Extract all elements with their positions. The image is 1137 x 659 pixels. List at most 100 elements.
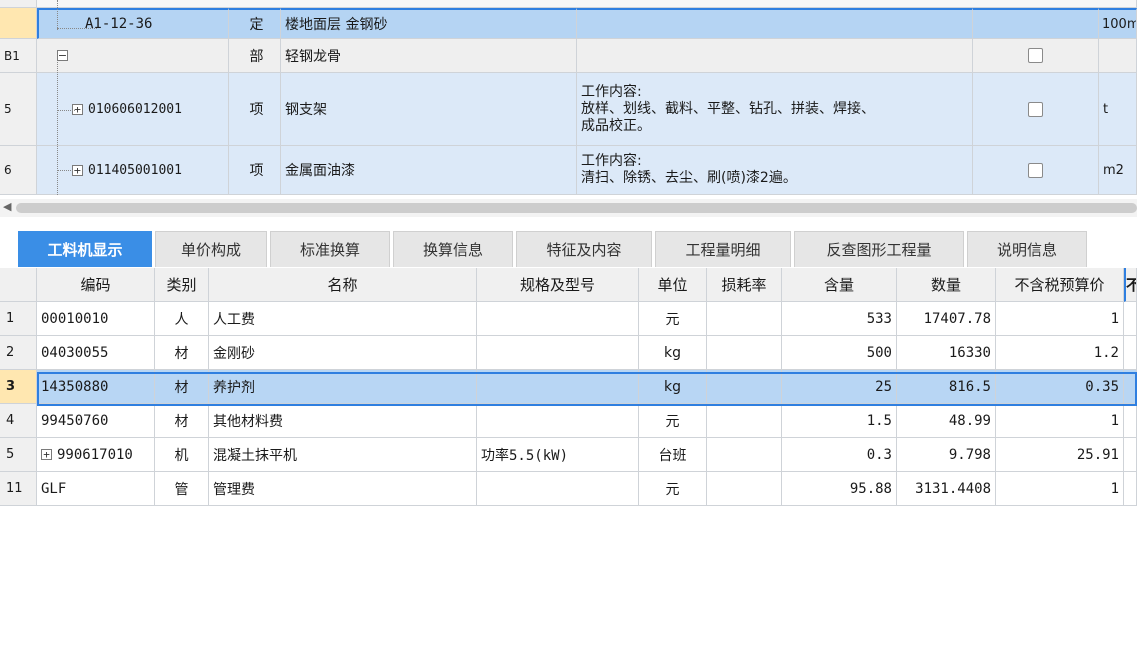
col-name[interactable]: 名称 [209, 268, 477, 302]
cell-loss-rate[interactable] [707, 472, 782, 506]
cell-loss-rate[interactable] [707, 336, 782, 370]
col-code[interactable]: 编码 [37, 268, 155, 302]
col-truncated[interactable]: 不 [1124, 268, 1137, 302]
table-row[interactable]: 2 04030055 材金刚砂 kg 500 16330 1.2 [0, 336, 1137, 370]
cell-content-qty[interactable]: 0.3 [782, 438, 897, 472]
cell-code[interactable]: GLF [37, 472, 155, 506]
col-spec[interactable]: 规格及型号 [477, 268, 639, 302]
table-row[interactable]: 1 00010010 人人工费元 533 17407.78 1 [0, 302, 1137, 336]
cell-price[interactable]: 0.35 [996, 370, 1124, 404]
cell-category[interactable]: 材 [155, 336, 209, 370]
cell-code[interactable]: 04030055 [37, 336, 155, 370]
cell-truncated[interactable] [1124, 438, 1137, 472]
table-row[interactable]: 4 99450760 材其他材料费 元 1.5 48.99 1 [0, 404, 1137, 438]
cell-price[interactable]: 25.91 [996, 438, 1124, 472]
tab-unit-price[interactable]: 单价构成 [155, 231, 267, 267]
cell-code[interactable]: 99450760 [37, 404, 155, 438]
col-category[interactable]: 类别 [155, 268, 209, 302]
cell-name[interactable]: 养护剂 [209, 370, 477, 404]
cell-category[interactable]: 机 [155, 438, 209, 472]
cell-truncated[interactable] [1124, 472, 1137, 506]
cell-spec[interactable] [477, 472, 639, 506]
row-checkbox[interactable] [1028, 101, 1043, 117]
cell-unit[interactable]: kg [639, 370, 707, 404]
tab-standard-conversion[interactable]: 标准换算 [270, 231, 390, 267]
cell-price[interactable]: 1 [996, 302, 1124, 336]
table-row-selected[interactable]: 3 14350880 材养护剂 kg 25 816.5 0.35 [0, 370, 1137, 404]
cell-code[interactable]: 00010010 [37, 302, 155, 336]
cell-unit[interactable]: 元 [639, 404, 707, 438]
col-price-excl-tax[interactable]: 不含税预算价 [996, 268, 1124, 302]
cell-unit[interactable]: 元 [639, 472, 707, 506]
cell-truncated[interactable] [1124, 336, 1137, 370]
cell-amount[interactable]: 816.5 [897, 370, 996, 404]
cell-name[interactable]: 管理费 [209, 472, 477, 506]
cell-spec[interactable] [477, 370, 639, 404]
tab-labor-material-machine[interactable]: 工料机显示 [18, 231, 152, 267]
cell-amount[interactable]: 3131.4408 [897, 472, 996, 506]
cell-unit[interactable]: 元 [639, 302, 707, 336]
cell-content-qty[interactable]: 1.5 [782, 404, 897, 438]
expand-icon[interactable]: + [72, 103, 83, 115]
tab-description[interactable]: 说明信息 [967, 231, 1087, 267]
col-amount[interactable]: 数量 [897, 268, 996, 302]
cell-truncated[interactable] [1124, 302, 1137, 336]
cell-truncated[interactable] [1124, 370, 1137, 404]
col-loss-rate[interactable]: 损耗率 [707, 268, 782, 302]
cell-name[interactable]: 其他材料费 [209, 404, 477, 438]
cell-category[interactable]: 管 [155, 472, 209, 506]
cell-amount[interactable]: 16330 [897, 336, 996, 370]
tree-code-cell[interactable]: A1-12-36 [37, 8, 229, 39]
cell-loss-rate[interactable] [707, 438, 782, 472]
cell-unit[interactable]: kg [639, 336, 707, 370]
cell-loss-rate[interactable] [707, 370, 782, 404]
cell-content-qty[interactable]: 95.88 [782, 472, 897, 506]
tab-quantity-detail[interactable]: 工程量明细 [655, 231, 791, 267]
row-checkbox[interactable] [1028, 48, 1043, 63]
cell-loss-rate[interactable] [707, 302, 782, 336]
row-checkbox[interactable] [1028, 162, 1043, 178]
cell-code[interactable]: 14350880 [37, 370, 155, 404]
cell-category[interactable]: 材 [155, 370, 209, 404]
item-code: 011405001001 [88, 162, 182, 178]
cell-content-qty[interactable]: 500 [782, 336, 897, 370]
cell-amount[interactable]: 9.798 [897, 438, 996, 472]
content-line: 成品校正。 [581, 117, 651, 134]
cell-name[interactable]: 混凝土抹平机 [209, 438, 477, 472]
cell-price[interactable]: 1 [996, 404, 1124, 438]
cell-price[interactable]: 1.2 [996, 336, 1124, 370]
collapse-icon[interactable]: − [57, 50, 68, 61]
cell-content-qty[interactable]: 25 [782, 370, 897, 404]
table-row[interactable]: 5 +990617010 机混凝土抹平机 功率5.5(kW) 台班 0.3 9.798 25.… [0, 438, 1137, 472]
horizontal-scrollbar[interactable]: ◀ [0, 199, 1137, 217]
col-content-qty[interactable]: 含量 [782, 268, 897, 302]
tab-conversion-info[interactable]: 换算信息 [393, 231, 513, 267]
col-unit[interactable]: 单位 [639, 268, 707, 302]
scroll-left-icon[interactable]: ◀ [3, 200, 11, 213]
cell-name[interactable]: 金刚砂 [209, 336, 477, 370]
cell-spec[interactable] [477, 302, 639, 336]
scrollbar-thumb[interactable] [16, 203, 1137, 213]
table-row[interactable]: 11 GLF 管管理费 元 95.88 3131.4408 1 [0, 472, 1137, 506]
cell-category[interactable]: 人 [155, 302, 209, 336]
cell-code[interactable]: +990617010 [37, 438, 155, 472]
cell-truncated[interactable] [1124, 404, 1137, 438]
tree-row-item[interactable]: 6 + 011405001001 项 金属面油漆 工作内容: 清扫、除锈、去尘、… [0, 146, 1137, 195]
tree-row-section[interactable]: B1 − 部 轻钢龙骨 [0, 39, 1137, 73]
cell-spec[interactable]: 功率5.5(kW) [477, 438, 639, 472]
tree-row-item[interactable]: 5 + 010606012001 项 钢支架 工作内容: 放样、划线、截料、平整… [0, 73, 1137, 146]
cell-content-qty[interactable]: 533 [782, 302, 897, 336]
cell-name[interactable]: 人工费 [209, 302, 477, 336]
tree-row-quota[interactable]: A1-12-36 定 楼地面层 金钢砂 100m [0, 8, 1137, 39]
cell-unit[interactable]: 台班 [639, 438, 707, 472]
cell-amount[interactable]: 48.99 [897, 404, 996, 438]
expand-icon[interactable]: + [41, 449, 52, 460]
cell-spec[interactable] [477, 404, 639, 438]
tab-reverse-graphic-quantity[interactable]: 反查图形工程量 [794, 231, 964, 267]
cell-spec[interactable] [477, 336, 639, 370]
cell-price[interactable]: 1 [996, 472, 1124, 506]
cell-loss-rate[interactable] [707, 404, 782, 438]
cell-amount[interactable]: 17407.78 [897, 302, 996, 336]
cell-category[interactable]: 材 [155, 404, 209, 438]
tab-features-content[interactable]: 特征及内容 [516, 231, 652, 267]
